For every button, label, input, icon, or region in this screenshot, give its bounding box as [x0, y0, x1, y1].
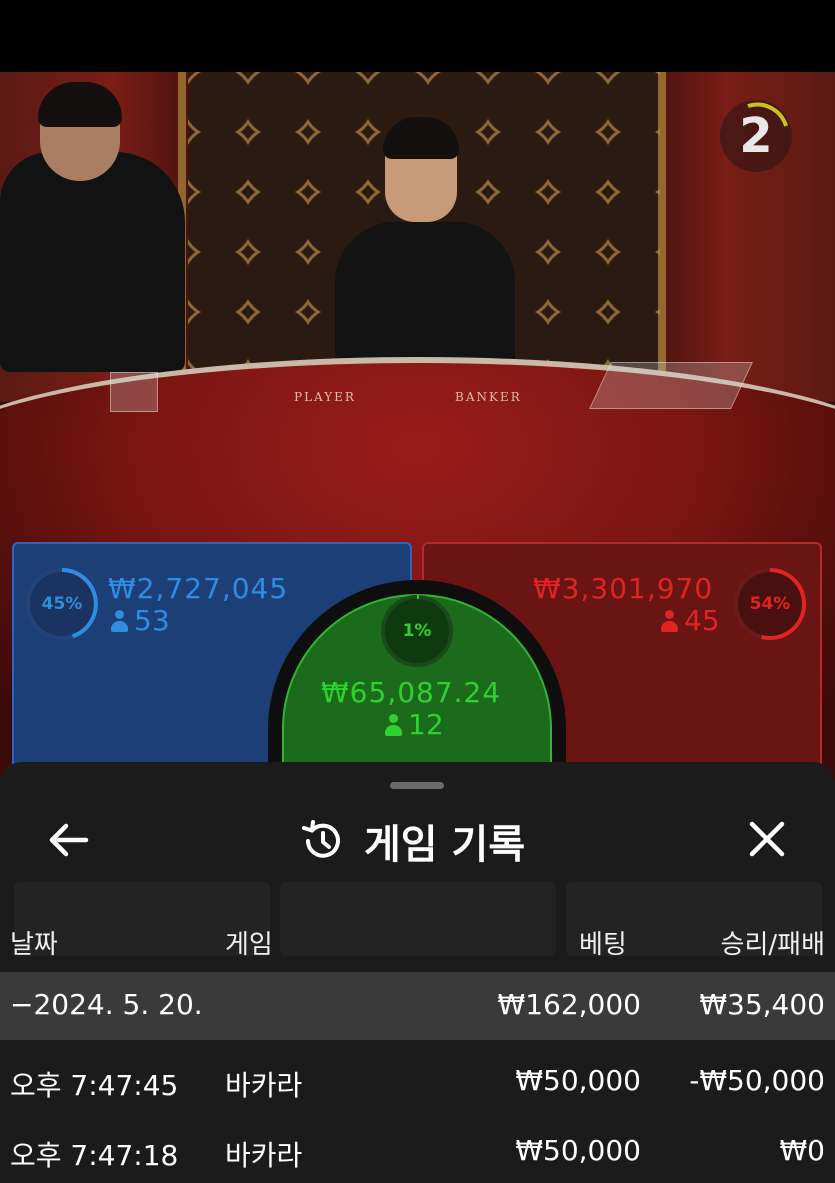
player-percent-ring: 45%	[24, 566, 100, 642]
background-ghost	[280, 882, 556, 956]
player-percent: 45%	[41, 594, 83, 614]
date-group-result: ₩35,400	[699, 988, 825, 1021]
row-game: 바카라	[225, 1139, 303, 1172]
tie-bet-amount: ₩65,087.24	[321, 676, 502, 709]
gold-pillar	[658, 72, 666, 372]
person-icon	[384, 713, 402, 736]
history-row[interactable]: 오후 7:47:18 바카라 ₩50,000 ₩0	[0, 1114, 835, 1182]
game-history-sheet: 게임 기록 날짜 게임 베팅 승리/패배 −2024. 5. 20. ₩162,…	[0, 762, 835, 1183]
date-group-date: −2024. 5. 20.	[10, 988, 203, 1021]
column-header-game: 게임	[225, 930, 273, 960]
banker-bet-amount: ₩3,301,970	[533, 572, 714, 605]
row-time: 오후 7:47:45	[10, 1069, 179, 1102]
close-icon	[749, 821, 785, 857]
person-icon	[110, 609, 128, 632]
row-result: -₩50,000	[689, 1064, 825, 1097]
card-shoe-left	[110, 372, 158, 412]
drag-handle[interactable]	[390, 782, 444, 789]
banker-percent-ring: 54%	[732, 566, 808, 642]
row-game: 바카라	[225, 1069, 303, 1102]
history-row[interactable]: 오후 7:47:45 바카라 ₩50,000 -₩50,000	[0, 1044, 835, 1112]
column-header-bet: 베팅	[579, 930, 627, 960]
row-time: 오후 7:47:18	[10, 1139, 179, 1172]
player-bettor-number: 53	[134, 604, 170, 637]
sheet-title: 게임 기록	[364, 822, 526, 868]
row-bet: ₩50,000	[515, 1134, 641, 1167]
countdown-number: 2	[739, 108, 773, 164]
table-label-player: PLAYER	[294, 390, 356, 404]
tie-percent: 1%	[402, 621, 432, 641]
person-icon	[660, 609, 678, 632]
assistant-dealer	[0, 152, 185, 372]
tie-percent-ring: 1%	[379, 593, 455, 669]
tie-bettor-count: 12	[384, 708, 444, 741]
close-button[interactable]	[744, 816, 790, 862]
date-group-bet: ₩162,000	[497, 988, 641, 1021]
date-group-row[interactable]: −2024. 5. 20. ₩162,000 ₩35,400	[0, 972, 835, 1040]
history-icon	[302, 820, 340, 858]
table-label-banker: BANKER	[455, 390, 522, 404]
player-bettor-count: 53	[110, 604, 170, 637]
banker-bettor-number: 45	[684, 604, 720, 637]
row-bet: ₩50,000	[515, 1064, 641, 1097]
player-bet-amount: ₩2,727,045	[108, 572, 289, 605]
countdown-timer: 2	[720, 100, 792, 172]
tie-bettor-number: 12	[408, 708, 444, 741]
banker-percent: 54%	[749, 594, 791, 614]
column-header-win-loss: 승리/패배	[720, 930, 825, 960]
back-button[interactable]	[44, 818, 94, 862]
card-shoe-right	[589, 362, 753, 409]
sheet-header: 게임 기록	[298, 812, 525, 870]
arrow-left-icon	[49, 823, 89, 857]
column-header-date: 날짜	[10, 930, 58, 960]
row-result: ₩0	[779, 1134, 826, 1167]
banker-bettor-count: 45	[660, 604, 720, 637]
